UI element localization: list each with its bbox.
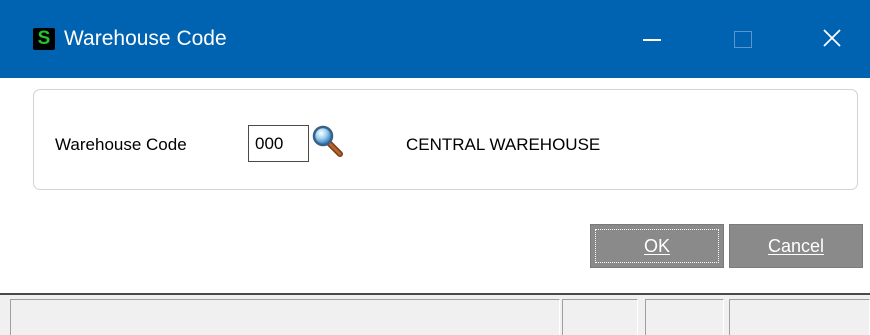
warehouse-code-label: Warehouse Code	[55, 135, 187, 154]
lookup-button[interactable]	[311, 123, 345, 159]
minimize-button[interactable]	[633, 16, 679, 62]
status-cell-2	[562, 299, 638, 335]
status-cell-4	[729, 299, 870, 335]
minimize-icon	[643, 39, 661, 41]
ok-button[interactable]: OK	[590, 224, 724, 268]
warehouse-description: CENTRAL WAREHOUSE	[406, 135, 601, 154]
window-title: Warehouse Code	[64, 27, 227, 50]
app-logo-icon: S	[33, 28, 55, 50]
close-button[interactable]	[810, 16, 856, 62]
warehouse-code-input[interactable]	[248, 125, 309, 162]
title-bar[interactable]: S Warehouse Code	[0, 0, 870, 78]
status-bar	[0, 293, 870, 335]
warehouse-group-box: Warehouse Code CENTRAL WAREHOUSE	[33, 89, 858, 190]
ok-button-label: OK	[643, 235, 670, 256]
cancel-button[interactable]: Cancel	[729, 224, 863, 268]
status-cell-main	[10, 299, 560, 335]
maximize-button[interactable]	[719, 16, 765, 62]
close-icon	[823, 29, 841, 47]
maximize-icon	[734, 31, 752, 48]
magnifier-icon	[312, 125, 343, 157]
status-cell-3	[645, 299, 724, 335]
cancel-button-label: Cancel	[767, 235, 825, 256]
